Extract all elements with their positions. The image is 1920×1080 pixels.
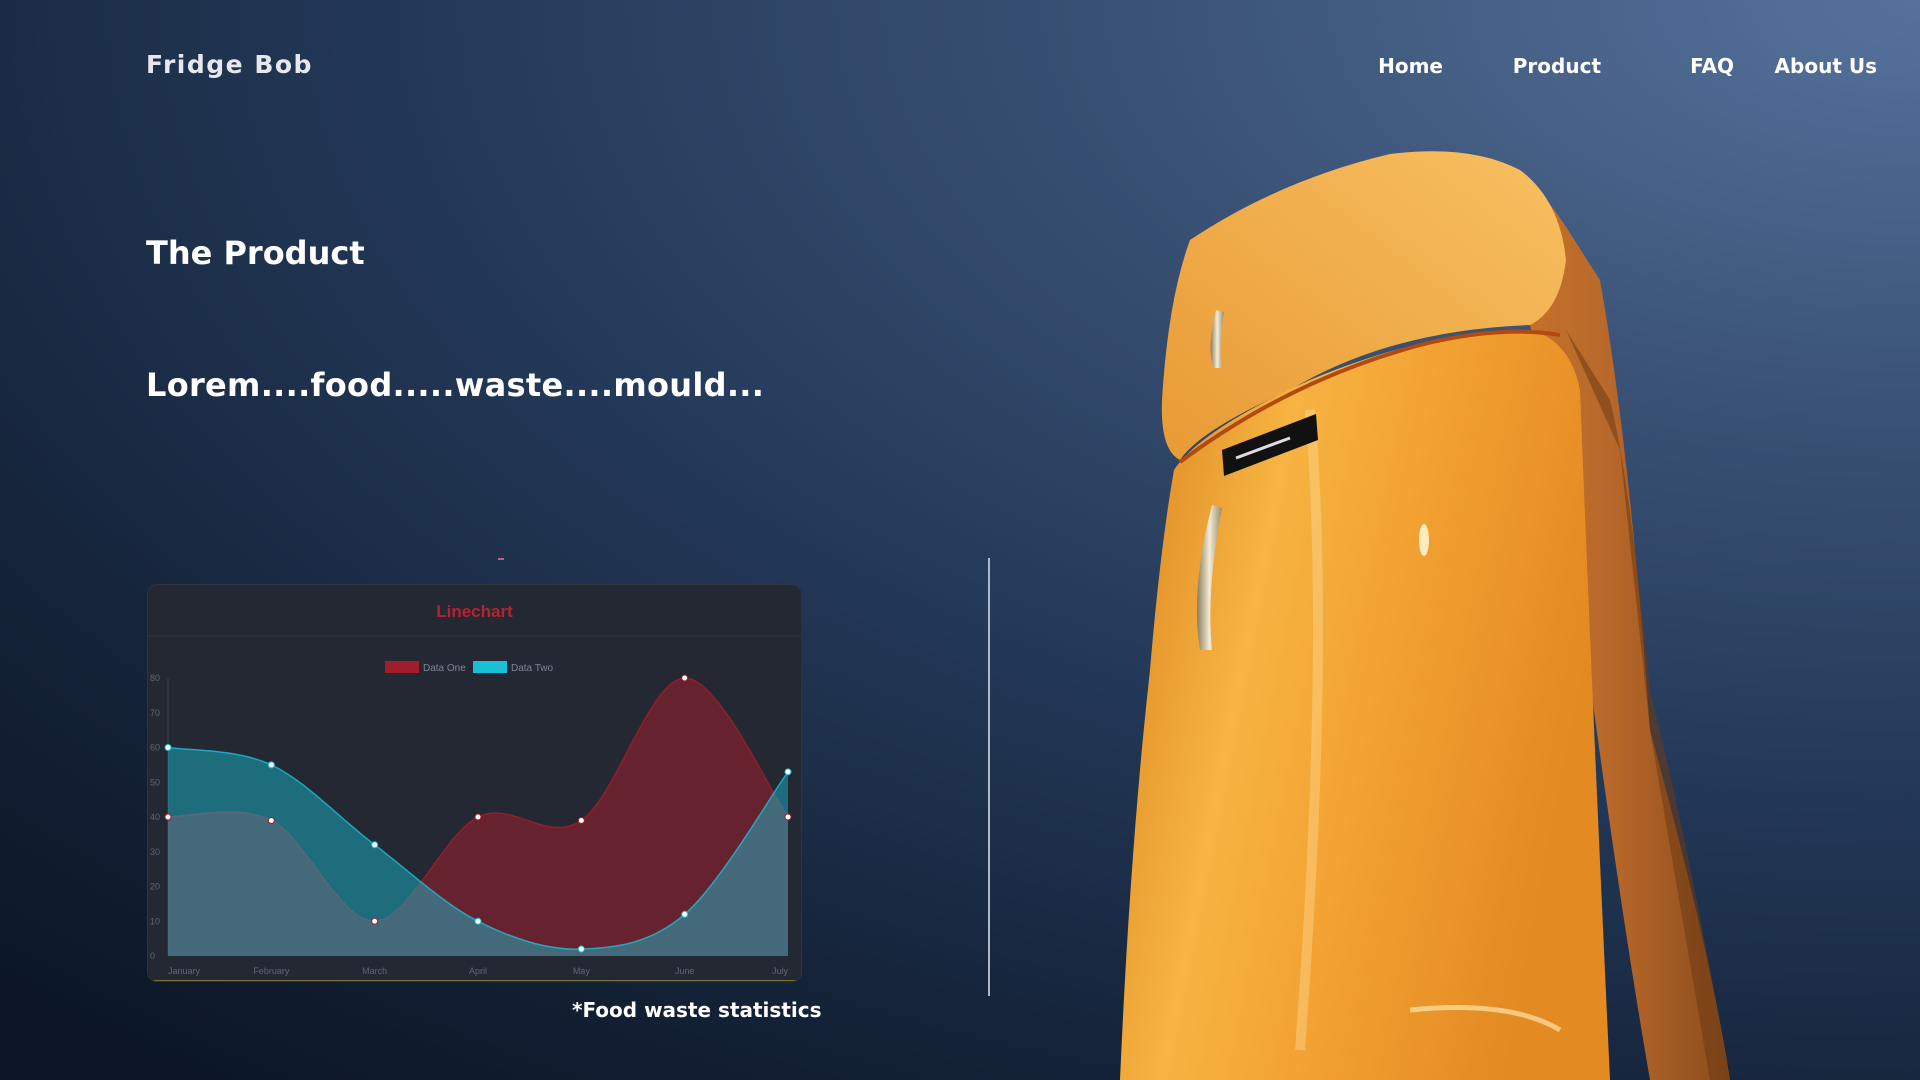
y-tick-label: 80 <box>150 673 160 683</box>
data-point <box>577 945 585 953</box>
data-point <box>371 841 379 849</box>
data-point <box>784 813 792 821</box>
x-tick-label: February <box>253 966 290 976</box>
vertical-divider <box>988 558 990 996</box>
fridge-image <box>1120 151 1730 1080</box>
x-tick-label: May <box>573 966 591 976</box>
legend-label: Data Two <box>511 663 553 674</box>
data-point <box>371 917 379 925</box>
chart-caption: *Food waste statistics <box>572 998 822 1022</box>
line-chart-card: Linechart Data One Data Two 0 10 20 30 40 50 60 70… <box>147 584 802 982</box>
legend-swatch <box>473 661 507 673</box>
data-point <box>267 761 275 769</box>
legend-label: Data One <box>423 663 466 674</box>
lead-text: Lorem....food.....waste....mould... <box>146 366 765 404</box>
data-point <box>577 816 585 824</box>
y-tick-label: 0 <box>150 951 155 961</box>
x-tick-label: April <box>469 966 487 976</box>
data-point <box>267 816 275 824</box>
nav-product-link[interactable]: Product <box>1513 54 1601 78</box>
y-tick-label: 40 <box>150 812 160 822</box>
data-point <box>681 910 689 918</box>
nav-about-link[interactable]: About Us <box>1775 54 1877 78</box>
chart-title: Linechart <box>436 602 513 621</box>
y-tick-label: 30 <box>150 847 160 857</box>
y-tick-label: 20 <box>150 882 160 892</box>
data-point <box>474 917 482 925</box>
x-tick-label: January <box>168 966 201 976</box>
line-chart: Linechart Data One Data Two 0 10 20 30 40 50 60 70… <box>148 602 801 981</box>
y-tick-label: 70 <box>150 708 160 718</box>
decorative-dash <box>498 558 504 560</box>
x-tick-label: June <box>675 966 695 976</box>
data-point <box>784 768 792 776</box>
section-title: The Product <box>146 234 365 272</box>
y-tick-label: 10 <box>150 916 160 926</box>
x-tick-label: March <box>362 966 387 976</box>
data-point <box>164 744 172 751</box>
legend-swatch <box>385 661 419 673</box>
data-point <box>681 674 689 682</box>
data-point <box>474 813 482 821</box>
y-tick-label: 50 <box>150 777 160 787</box>
nav-faq-link[interactable]: FAQ <box>1690 54 1734 78</box>
y-tick-label: 60 <box>150 743 160 753</box>
brand-logo[interactable]: Fridge Bob <box>146 50 313 79</box>
data-point <box>164 813 172 821</box>
x-tick-label: July <box>772 966 789 976</box>
nav-home-link[interactable]: Home <box>1378 54 1443 78</box>
